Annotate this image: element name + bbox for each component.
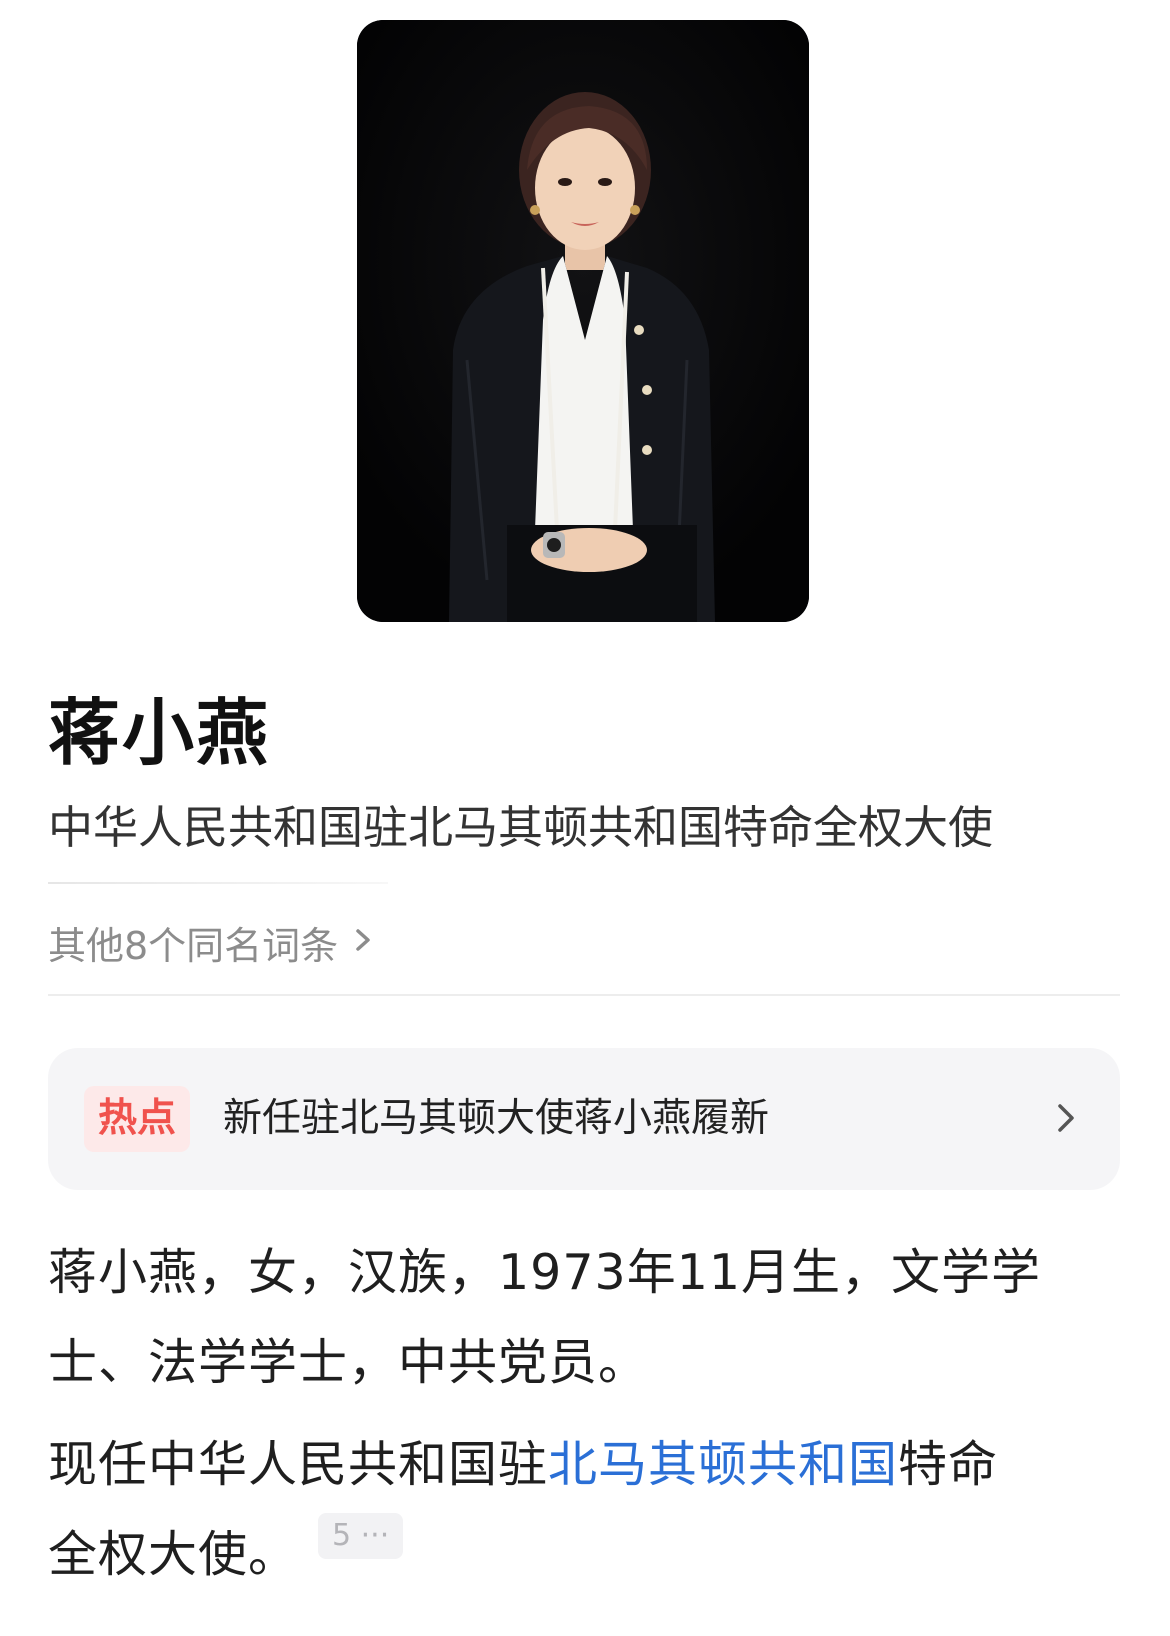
hot-topic-card[interactable]: 热点 新任驻北马其顿大使蒋小燕履新 <box>48 1048 1120 1190</box>
north-macedonia-link[interactable]: 北马其顿共和国 <box>548 1436 898 1493</box>
position-suffix: 特命 <box>898 1436 999 1493</box>
intro-line-1: 蒋小燕，女，汉族，1973年11月生，文学学 <box>48 1244 1042 1301</box>
page-title: 蒋小燕 <box>48 691 271 775</box>
divider <box>48 882 388 884</box>
portrait-photo[interactable] <box>357 20 809 622</box>
person-photo-icon <box>357 20 809 622</box>
position-paragraph: 现任中华人民共和国驻北马其顿共和国特命 全权大使。 5 ··· <box>48 1420 1128 1600</box>
same-name-entries-link[interactable]: 其他8个同名词条 <box>48 912 374 972</box>
hot-badge: 热点 <box>84 1086 190 1152</box>
divider <box>48 994 1120 996</box>
chevron-right-icon <box>352 920 374 964</box>
position-line-2-text: 全权大使。 <box>48 1526 299 1583</box>
position-line-2: 全权大使。 5 ··· <box>48 1510 1128 1600</box>
chevron-right-icon <box>1046 1098 1086 1138</box>
reference-badge[interactable]: 5 ··· <box>318 1512 404 1559</box>
intro-line-2: 士、法学学士，中共党员。 <box>48 1334 649 1391</box>
position-line-1: 现任中华人民共和国驻北马其顿共和国特命 <box>48 1420 1128 1510</box>
same-name-label: 其他8个同名词条 <box>48 923 339 968</box>
intro-paragraph: 蒋小燕，女，汉族，1973年11月生，文学学 士、法学学士，中共党员。 <box>48 1228 1128 1408</box>
subtitle: 中华人民共和国驻北马其顿共和国特命全权大使 <box>48 801 994 854</box>
position-prefix: 现任中华人民共和国驻 <box>48 1436 549 1493</box>
hot-topic-text: 新任驻北马其顿大使蒋小燕履新 <box>223 1096 770 1141</box>
